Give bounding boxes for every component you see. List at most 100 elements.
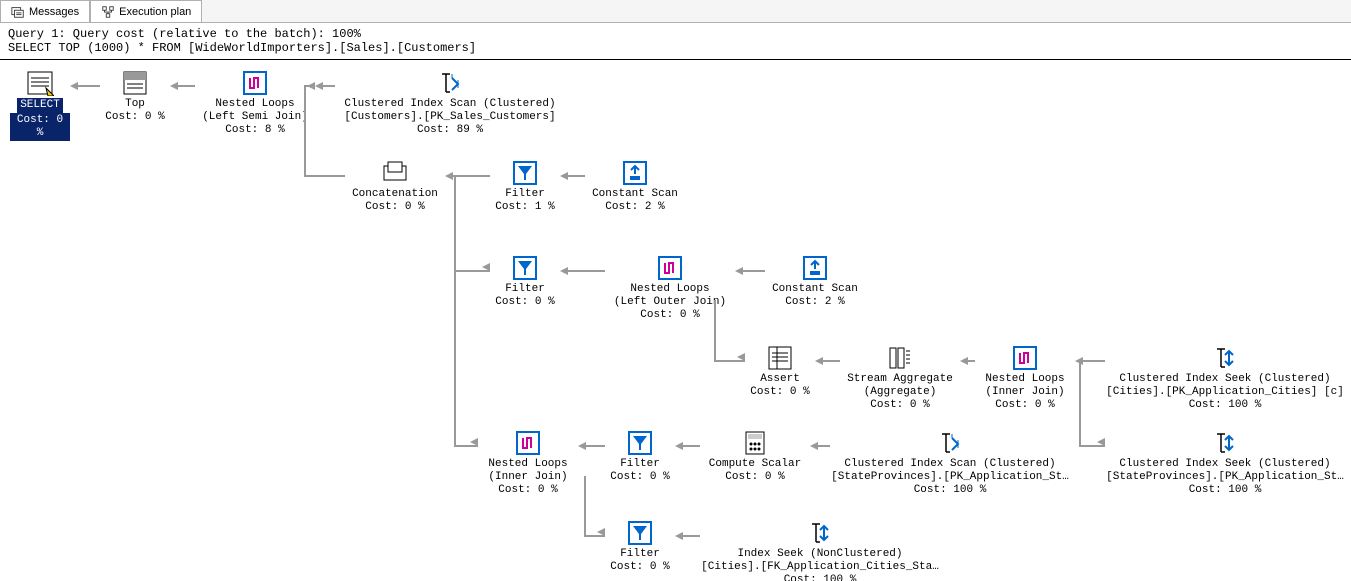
node-sublabel: [Cities].[PK_Application_Cities] [c] bbox=[1106, 386, 1344, 398]
node-cost: Cost: 0 % bbox=[105, 111, 164, 123]
node-cost: Cost: 2 % bbox=[605, 201, 664, 213]
arrow bbox=[315, 82, 335, 90]
clustered-index-seek-icon bbox=[1211, 345, 1239, 371]
node-constant-scan-1[interactable]: Constant Scan Cost: 2 % bbox=[585, 160, 685, 214]
messages-icon bbox=[11, 5, 25, 19]
node-label: Filter bbox=[620, 458, 660, 470]
node-assert[interactable]: Assert Cost: 0 % bbox=[745, 345, 815, 399]
node-cost: Cost: 0 % bbox=[498, 484, 557, 496]
tabs: Messages Execution plan bbox=[0, 0, 1351, 23]
query-sql-line: SELECT TOP (1000) * FROM [WideWorldImpor… bbox=[8, 41, 476, 55]
select-icon bbox=[26, 70, 54, 96]
arrow bbox=[578, 442, 605, 450]
node-filter-1[interactable]: Filter Cost: 1 % bbox=[490, 160, 560, 214]
node-cost: Cost: 0 % bbox=[870, 399, 929, 411]
node-nested-loops-loj[interactable]: Nested Loops (Left Outer Join) Cost: 0 % bbox=[605, 255, 735, 322]
node-cost: Cost: 100 % bbox=[1189, 484, 1262, 496]
node-select[interactable]: SELECT Cost: 0 % bbox=[10, 70, 70, 141]
nested-loops-icon bbox=[657, 255, 683, 281]
filter-icon bbox=[512, 255, 538, 281]
node-label: Nested Loops bbox=[985, 373, 1064, 385]
node-label: Clustered Index Seek (Clustered) bbox=[1119, 373, 1330, 385]
node-label: Filter bbox=[620, 548, 660, 560]
node-sublabel: [Cities].[FK_Application_Cities_Sta… bbox=[701, 561, 939, 573]
node-cost: Cost: 0 % bbox=[750, 386, 809, 398]
arrow bbox=[560, 172, 585, 180]
arrow bbox=[560, 267, 605, 275]
nested-loops-icon bbox=[242, 70, 268, 96]
node-nested-loops-ij2[interactable]: Nested Loops (Inner Join) Cost: 0 % bbox=[478, 430, 578, 497]
node-cost: Cost: 2 % bbox=[785, 296, 844, 308]
arrow bbox=[960, 357, 975, 365]
node-cost: Cost: 100 % bbox=[1189, 399, 1262, 411]
node-nested-loops-lsj[interactable]: Nested Loops (Left Semi Join) Cost: 8 % bbox=[195, 70, 315, 137]
node-label: Stream Aggregate bbox=[847, 373, 953, 385]
node-sublabel: [StateProvinces].[PK_Application_St… bbox=[1106, 471, 1344, 483]
node-clustered-index-seek-cities[interactable]: Clustered Index Seek (Clustered) [Cities… bbox=[1105, 345, 1345, 412]
arrow bbox=[810, 442, 830, 450]
node-label: Compute Scalar bbox=[709, 458, 801, 470]
node-sublabel: [Customers].[PK_Sales_Customers] bbox=[344, 111, 555, 123]
node-label: Nested Loops bbox=[215, 98, 294, 110]
node-filter-3[interactable]: Filter Cost: 0 % bbox=[605, 430, 675, 484]
node-label: Constant Scan bbox=[772, 283, 858, 295]
concatenation-icon bbox=[382, 160, 408, 186]
nested-loops-icon bbox=[515, 430, 541, 456]
node-label: Clustered Index Scan (Clustered) bbox=[844, 458, 1055, 470]
node-index-seek-nc[interactable]: Index Seek (NonClustered) [Cities].[FK_A… bbox=[700, 520, 940, 581]
node-cost: Cost: 0 % bbox=[610, 561, 669, 573]
node-concatenation[interactable]: Concatenation Cost: 0 % bbox=[345, 160, 445, 214]
nested-loops-icon bbox=[1012, 345, 1038, 371]
node-sublabel: (Left Semi Join) bbox=[202, 111, 308, 123]
constant-scan-icon bbox=[802, 255, 828, 281]
node-label: Clustered Index Scan (Clustered) bbox=[344, 98, 555, 110]
clustered-index-scan-icon bbox=[436, 70, 464, 96]
filter-icon bbox=[627, 520, 653, 546]
tab-execution-plan[interactable]: Execution plan bbox=[90, 0, 202, 22]
node-label: Constant Scan bbox=[592, 188, 678, 200]
node-cost: Cost: 1 % bbox=[495, 201, 554, 213]
node-sublabel: (Aggregate) bbox=[864, 386, 937, 398]
arrow bbox=[1075, 357, 1105, 365]
node-filter-2[interactable]: Filter Cost: 0 % bbox=[490, 255, 560, 309]
node-constant-scan-2[interactable]: Constant Scan Cost: 2 % bbox=[765, 255, 865, 309]
node-sublabel: (Inner Join) bbox=[985, 386, 1064, 398]
query-cost-line: Query 1: Query cost (relative to the bat… bbox=[8, 27, 361, 41]
node-label: Filter bbox=[505, 283, 545, 295]
node-clustered-index-seek-sp2[interactable]: Clustered Index Seek (Clustered) [StateP… bbox=[1105, 430, 1345, 497]
plan-canvas[interactable]: SELECT Cost: 0 % Top Cost: 0 % Nested Lo… bbox=[0, 60, 1351, 580]
execution-plan-icon bbox=[101, 5, 115, 19]
arrow bbox=[70, 82, 100, 90]
node-clustered-index-scan-sp[interactable]: Clustered Index Scan (Clustered) [StateP… bbox=[830, 430, 1070, 497]
arrow bbox=[735, 267, 765, 275]
node-label: Concatenation bbox=[352, 188, 438, 200]
node-cost: Cost: 0 % bbox=[10, 113, 70, 141]
node-label: Filter bbox=[505, 188, 545, 200]
tab-messages-label: Messages bbox=[29, 6, 79, 18]
node-cost: Cost: 89 % bbox=[417, 124, 483, 136]
node-label: Assert bbox=[760, 373, 800, 385]
stream-aggregate-icon bbox=[887, 345, 913, 371]
node-label: Clustered Index Seek (Clustered) bbox=[1119, 458, 1330, 470]
node-label: Nested Loops bbox=[630, 283, 709, 295]
node-top[interactable]: Top Cost: 0 % bbox=[100, 70, 170, 124]
tab-messages[interactable]: Messages bbox=[0, 0, 90, 22]
node-sublabel: (Left Outer Join) bbox=[614, 296, 726, 308]
node-compute-scalar[interactable]: Compute Scalar Cost: 0 % bbox=[700, 430, 810, 484]
node-cost: Cost: 0 % bbox=[995, 399, 1054, 411]
node-cost: Cost: 8 % bbox=[225, 124, 284, 136]
node-nested-loops-ij1[interactable]: Nested Loops (Inner Join) Cost: 0 % bbox=[975, 345, 1075, 412]
assert-icon bbox=[767, 345, 793, 371]
arrow bbox=[170, 82, 195, 90]
node-cost: Cost: 100 % bbox=[914, 484, 987, 496]
node-cost: Cost: 0 % bbox=[640, 309, 699, 321]
clustered-index-seek-icon bbox=[1211, 430, 1239, 456]
clustered-index-scan-icon bbox=[936, 430, 964, 456]
arrow bbox=[445, 172, 490, 180]
compute-scalar-icon bbox=[742, 430, 768, 456]
filter-icon bbox=[512, 160, 538, 186]
tab-execution-plan-label: Execution plan bbox=[119, 6, 191, 18]
node-clustered-index-scan-customers[interactable]: Clustered Index Scan (Clustered) [Custom… bbox=[335, 70, 565, 137]
node-filter-4[interactable]: Filter Cost: 0 % bbox=[605, 520, 675, 574]
node-stream-aggregate[interactable]: Stream Aggregate (Aggregate) Cost: 0 % bbox=[840, 345, 960, 412]
